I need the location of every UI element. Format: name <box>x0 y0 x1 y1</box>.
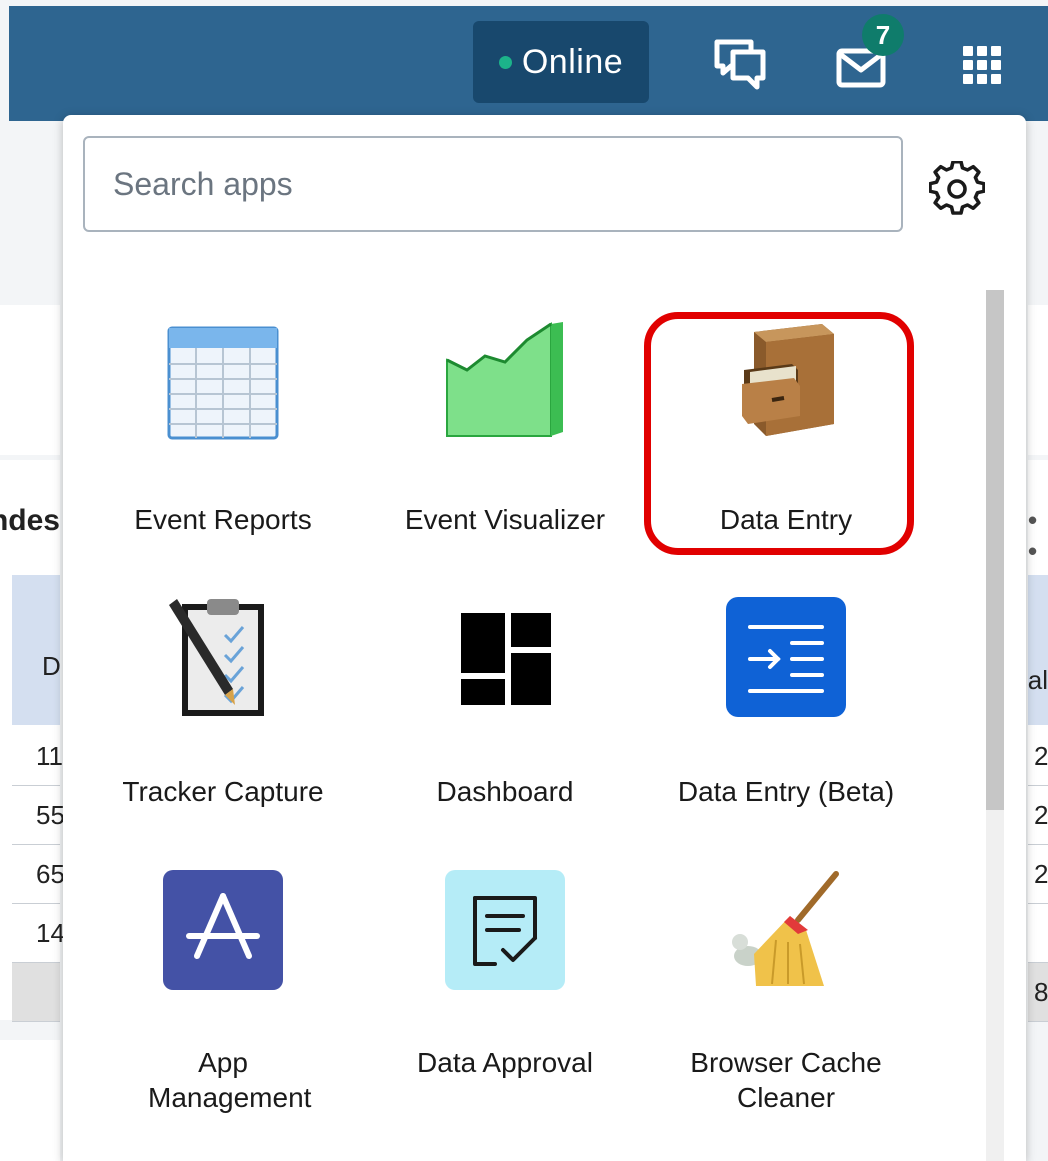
app-app-management[interactable]: App Management <box>82 870 364 1120</box>
document-check-icon <box>445 870 565 990</box>
page-heading-fragment: ndes <box>0 504 60 537</box>
table-row <box>1028 904 1048 963</box>
table-cell: 11 <box>36 741 63 771</box>
table-col-header-right: tal <box>1028 665 1048 695</box>
table-cell: 14 <box>36 918 65 948</box>
app-label: Data Approval <box>417 1047 593 1078</box>
clipboard-pen-icon <box>169 599 264 716</box>
app-label: Event Visualizer <box>404 504 606 535</box>
app-label: Data Entry (Beta) <box>677 776 895 807</box>
gear-icon <box>928 160 986 215</box>
scrollbar-thumb[interactable] <box>986 290 1004 810</box>
page-panel-bottom <box>0 1040 60 1161</box>
app-store-icon <box>163 870 283 990</box>
app-label: Event Reports <box>134 504 312 535</box>
app-data-entry-beta[interactable]: Data Entry (Beta) <box>645 597 927 817</box>
app-label: Dashboard <box>436 776 574 807</box>
table-icon <box>167 326 279 440</box>
settings-button[interactable] <box>928 160 986 217</box>
table-row: 55 <box>12 786 65 845</box>
app-browser-cache-cleaner[interactable]: Browser Cache Cleaner <box>645 870 927 1120</box>
app-tracker-capture[interactable]: Tracker Capture <box>82 597 364 817</box>
table-cell: 55 <box>36 800 65 830</box>
apps-menu-popup: Event Reports Event Visualizer Data Entr… <box>63 115 1026 1161</box>
page-panel-top-right <box>1028 305 1048 455</box>
highlight-annotation <box>644 312 914 555</box>
grid-apps-icon <box>963 46 1001 84</box>
page-panel-top <box>0 305 60 455</box>
apps-scrollbar[interactable] <box>986 290 1004 1161</box>
table-total-row <box>12 963 60 1022</box>
table-cell: 2 <box>1034 741 1048 771</box>
messages-count-badge: 7 <box>862 14 904 56</box>
table-row: 65 <box>12 845 65 904</box>
app-label: App Management <box>148 1047 312 1113</box>
search-apps-input[interactable] <box>83 136 903 232</box>
app-label: Tracker Capture <box>122 776 324 807</box>
app-label: Browser Cache Cleaner <box>690 1047 882 1113</box>
table-col-header-left: D <box>42 651 60 681</box>
app-event-reports[interactable]: Event Reports <box>82 320 364 560</box>
apps-menu-button[interactable] <box>961 44 1003 86</box>
table-cell: 2 <box>1034 800 1048 830</box>
app-event-visualizer[interactable]: Event Visualizer <box>364 320 646 560</box>
online-dot-icon <box>498 55 512 69</box>
table-header-right <box>1028 575 1048 725</box>
table-row: 2 <box>1028 845 1048 904</box>
table-cell: 65 <box>36 859 65 889</box>
table-row: 2 <box>1028 727 1048 786</box>
app-data-approval[interactable]: Data Approval <box>364 870 646 1120</box>
table-total-row: 8 <box>1028 963 1048 1022</box>
table-row: 11 <box>12 727 63 786</box>
table-cell: 2 <box>1034 859 1048 889</box>
interpretations-button[interactable] <box>711 36 769 94</box>
app-dashboard[interactable]: Dashboard <box>364 597 646 817</box>
table-cell: 8 <box>1034 977 1048 1007</box>
online-status-button[interactable]: Online <box>473 21 649 103</box>
table-row: 14 <box>12 904 65 963</box>
area-chart-icon <box>446 322 563 437</box>
table-row: 2 <box>1028 786 1048 845</box>
broom-icon <box>732 871 839 986</box>
table-header-left <box>12 575 60 725</box>
page-more-fragment: • • <box>1028 505 1038 566</box>
indent-list-icon <box>726 597 846 717</box>
chat-bubbles-icon <box>714 39 766 90</box>
dashboard-blocks-icon <box>461 613 551 705</box>
online-status-label: Online <box>521 42 624 81</box>
